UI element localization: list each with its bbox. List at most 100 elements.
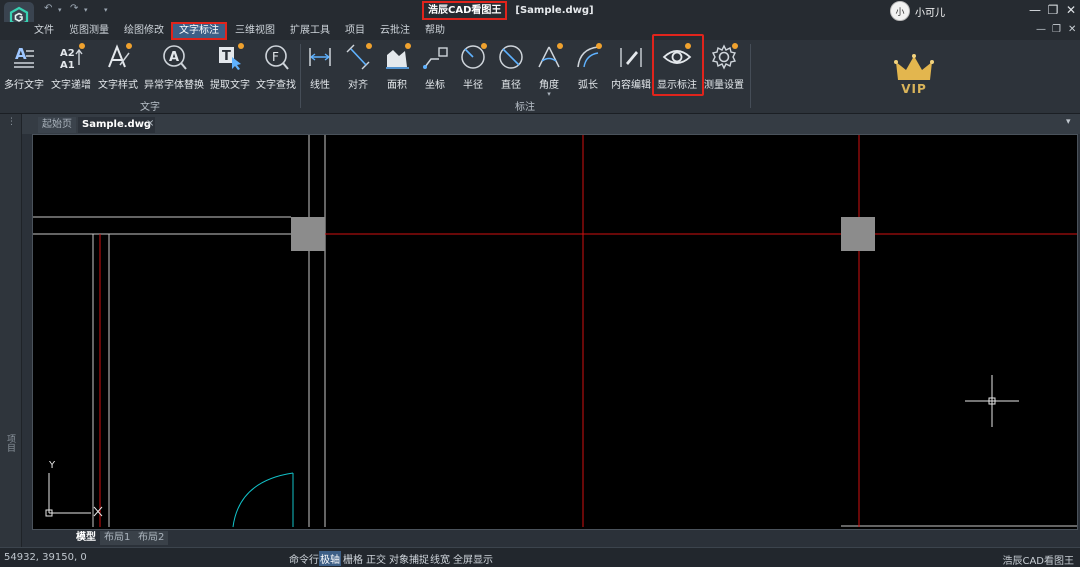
vip-label: VIP — [901, 82, 927, 96]
tab-start-page[interactable]: 起始页 — [38, 117, 76, 133]
badge-dot — [405, 43, 411, 49]
avatar[interactable]: 小 — [890, 1, 910, 21]
menu-cloud-markup[interactable]: 云批注 — [380, 22, 410, 40]
redo-dropdown-icon[interactable]: ▾ — [84, 6, 88, 14]
tab-layout2[interactable]: 布局2 — [134, 531, 169, 545]
project-panel-tab[interactable]: 项目 — [4, 434, 17, 452]
user-account[interactable]: 小 小可儿 — [890, 1, 945, 21]
font-replace-button[interactable]: A 异常字体替换 — [144, 42, 204, 98]
tab-sample-dwg[interactable]: Sample.dwg — [78, 117, 156, 133]
linear-dim-button[interactable]: 线性 — [305, 42, 335, 98]
radius-button[interactable]: 半径 — [458, 42, 488, 98]
toggle-polar[interactable]: 极轴 — [319, 551, 341, 566]
toggle-grid[interactable]: 栅格 — [342, 551, 364, 566]
panel-grip-icon[interactable]: ⋮ — [7, 117, 16, 127]
aligned-dim-icon — [343, 42, 373, 72]
ucs-y-label: Y — [48, 460, 56, 471]
door-arc — [232, 472, 294, 528]
tab-model[interactable]: 模型 — [72, 531, 100, 545]
svg-text:A2: A2 — [60, 48, 75, 59]
toggle-command-line[interactable]: 命令行 — [288, 551, 320, 566]
badge-dot — [79, 43, 85, 49]
diameter-icon — [496, 42, 526, 72]
close-icon[interactable]: ✕ — [1064, 3, 1078, 17]
arc-length-button[interactable]: 弧长 — [573, 42, 603, 98]
title-bar: ↶ ▾ ↷ ▾ ▾ 浩辰CAD看图王 [Sample.dwg] 小 小可儿 — … — [0, 0, 1080, 32]
toggle-fullscreen[interactable]: 全屏显示 — [452, 551, 494, 566]
angle-dropdown-icon[interactable]: ▾ — [547, 90, 551, 98]
svg-text:A: A — [169, 50, 179, 65]
text-style-button[interactable]: 文字样式 — [98, 42, 138, 98]
svg-text:F: F — [272, 50, 279, 64]
text-increment-icon: A2 A1 — [56, 42, 86, 72]
angle-icon — [534, 42, 564, 72]
content-edit-label: 内容编辑 — [611, 80, 651, 91]
content-edit-button[interactable]: 内容编辑 — [610, 42, 652, 98]
area-label: 面积 — [387, 80, 407, 91]
menu-draw-modify[interactable]: 绘图修改 — [124, 22, 164, 40]
badge-dot — [366, 43, 372, 49]
measure-settings-button[interactable]: 测量设置 — [703, 42, 745, 98]
chevron-down-icon[interactable]: ▾ — [1066, 117, 1071, 127]
toggle-ortho[interactable]: 正交 — [365, 551, 387, 566]
svg-text:A1: A1 — [60, 60, 75, 71]
drawing-canvas[interactable]: Y — [32, 134, 1078, 530]
toggle-object-snap[interactable]: 对象捕捉 — [388, 551, 430, 566]
menu-help[interactable]: 帮助 — [425, 22, 445, 40]
minimize-icon[interactable]: — — [1028, 3, 1042, 17]
angle-button[interactable]: 角度 ▾ — [534, 42, 564, 98]
radius-icon — [458, 42, 488, 72]
menu-bar: 文件 览图测量 绘图修改 文字标注 三维视图 扩展工具 项目 云批注 帮助 — [0, 22, 1080, 40]
text-increment-button[interactable]: A2 A1 文字递增 — [50, 42, 92, 98]
doc-close-icon[interactable]: ✕ — [1068, 24, 1076, 35]
menu-file[interactable]: 文件 — [34, 22, 54, 40]
coordinate-readout: 54932, 39150, 0 — [4, 552, 87, 563]
angle-label: 角度 — [539, 80, 559, 91]
font-replace-icon: A — [159, 42, 189, 72]
doc-restore-icon[interactable]: ❐ — [1052, 24, 1061, 35]
customize-quick-access-icon[interactable]: ▾ — [104, 6, 108, 14]
diameter-button[interactable]: 直径 — [496, 42, 526, 98]
menu-extensions[interactable]: 扩展工具 — [290, 22, 330, 40]
menu-text-dimension[interactable]: 文字标注 — [171, 22, 227, 40]
text-style-label: 文字样式 — [98, 80, 138, 91]
aligned-dim-button[interactable]: 对齐 — [343, 42, 373, 98]
tab-layout1[interactable]: 布局1 — [100, 531, 135, 545]
vip-badge[interactable]: VIP — [890, 54, 938, 102]
close-tab-icon[interactable]: × — [146, 118, 154, 129]
cad-drawing[interactable]: Y — [33, 135, 1078, 530]
coordinate-button[interactable]: 坐标 — [420, 42, 450, 98]
undo-dropdown-icon[interactable]: ▾ — [58, 6, 62, 14]
undo-icon[interactable]: ↶ — [44, 3, 52, 14]
restore-icon[interactable]: ❐ — [1046, 3, 1060, 17]
mtext-label: 多行文字 — [4, 80, 44, 91]
toggle-lineweight[interactable]: 线宽 — [429, 551, 451, 566]
layout-tab-bar: 模型 布局1 布局2 — [22, 530, 1080, 546]
user-name[interactable]: 小可儿 — [915, 4, 945, 19]
mtext-button[interactable]: A 多行文字 — [4, 42, 44, 98]
doc-minimize-icon[interactable]: — — [1036, 24, 1046, 35]
status-bar: 54932, 39150, 0 命令行 极轴 栅格 正交 对象捕捉 线宽 全屏显… — [0, 547, 1080, 567]
find-text-button[interactable]: F 文字查找 — [256, 42, 296, 98]
coordinate-icon — [420, 42, 450, 72]
badge-dot — [481, 43, 487, 49]
badge-dot — [596, 43, 602, 49]
menu-3d-view[interactable]: 三维视图 — [235, 22, 275, 40]
text-style-icon — [103, 42, 133, 72]
extract-text-label: 提取文字 — [210, 80, 250, 91]
badge-dot — [238, 43, 244, 49]
text-group-label: 文字 — [140, 102, 160, 113]
document-title: [Sample.dwg] — [515, 5, 594, 16]
badge-dot — [126, 43, 132, 49]
redo-icon[interactable]: ↷ — [70, 3, 78, 14]
ucs-x-marker — [93, 506, 103, 517]
dim-group-label: 标注 — [515, 102, 535, 113]
area-button[interactable]: 面积 — [382, 42, 412, 98]
extract-text-icon: T — [215, 42, 245, 72]
menu-project[interactable]: 项目 — [345, 22, 365, 40]
area-icon — [382, 42, 412, 72]
menu-view-measure[interactable]: 览图测量 — [69, 22, 109, 40]
extract-text-button[interactable]: T 提取文字 — [210, 42, 250, 98]
svg-text:T: T — [222, 49, 231, 64]
diameter-label: 直径 — [501, 80, 521, 91]
